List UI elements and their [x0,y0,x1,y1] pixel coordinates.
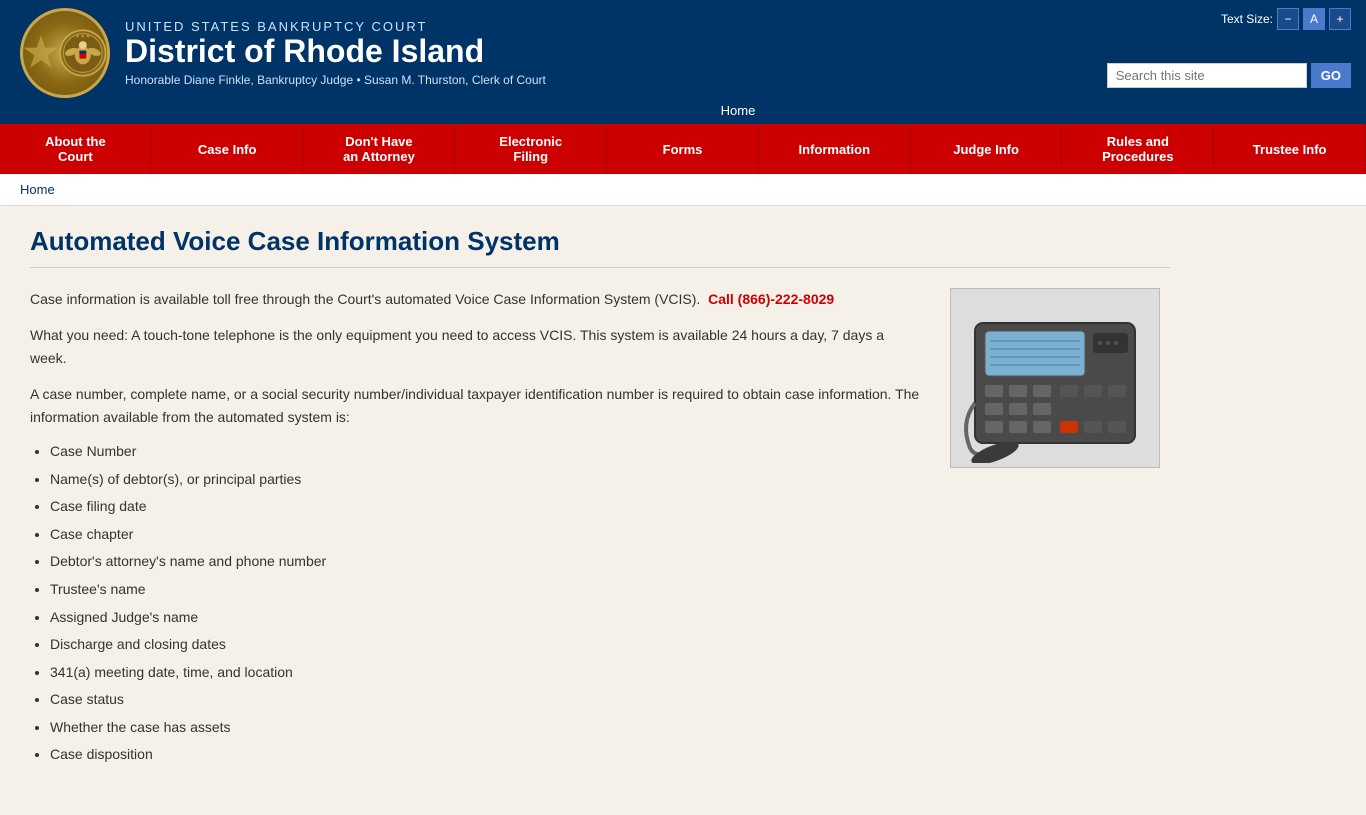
list-item: Whether the case has assets [50,718,920,738]
content-image-area [950,288,1170,775]
list-item: Trustee's name [50,580,920,600]
content-text: Case information is available toll free … [30,288,920,775]
nav-trustee-info[interactable]: Trustee Info [1214,124,1366,174]
search-area: GO [1107,63,1351,88]
list-item: Case disposition [50,745,920,765]
info-list: Case Number Name(s) of debtor(s), or pri… [50,442,920,765]
court-judges: Honorable Diane Finkle, Bankruptcy Judge… [125,73,546,87]
breadcrumb: Home [0,174,1366,206]
nav-information[interactable]: Information [759,124,911,174]
nav-case-info[interactable]: Case Info [152,124,304,174]
paragraph-3: A case number, complete name, or a socia… [30,383,920,428]
list-item: Debtor's attorney's name and phone numbe… [50,552,920,572]
text-size-label: Text Size: [1221,12,1273,26]
phone-number: Call (866)-222-8029 [708,291,834,307]
text-decrease-button[interactable]: − [1277,8,1299,30]
breadcrumb-home[interactable]: Home [20,182,55,197]
search-input[interactable] [1107,63,1307,88]
nav-rules-procedures[interactable]: Rules andProcedures [1062,124,1214,174]
main-content: Automated Voice Case Information System … [0,206,1200,815]
court-seal: ★ ★ ★ ★ ★ [20,8,110,98]
text-size-controls: Text Size: − A + [1221,8,1351,30]
svg-text:★: ★ [66,51,70,55]
nav-judge-info[interactable]: Judge Info [911,124,1063,174]
phone-image [950,288,1160,468]
paragraph-2: What you need: A touch-tone telephone is… [30,324,920,369]
list-item: 341(a) meeting date, time, and location [50,663,920,683]
nav-no-attorney[interactable]: Don't Havean Attorney [304,124,456,174]
list-item: Case chapter [50,525,920,545]
court-subtitle: UNITED STATES BANKRUPTCY COURT [125,19,546,34]
svg-text:★ ★ ★: ★ ★ ★ [76,34,90,39]
list-item: Discharge and closing dates [50,635,920,655]
list-item: Assigned Judge's name [50,608,920,628]
content-layout: Case information is available toll free … [30,288,1170,775]
list-item: Case filing date [50,497,920,517]
main-navigation: About theCourt Case Info Don't Havean At… [0,124,1366,174]
text-increase-button[interactable]: + [1329,8,1351,30]
list-item: Case Number [50,442,920,462]
nav-about-court[interactable]: About theCourt [0,124,152,174]
text-current-button[interactable]: A [1303,8,1325,30]
nav-forms[interactable]: Forms [607,124,759,174]
list-item: Case status [50,690,920,710]
home-nav: Home [0,98,1366,124]
court-title-block: UNITED STATES BANKRUPTCY COURT District … [125,19,546,87]
svg-text:★: ★ [97,51,101,55]
search-button[interactable]: GO [1311,63,1351,88]
nav-electronic-filing[interactable]: ElectronicFiling [455,124,607,174]
page-title: Automated Voice Case Information System [30,226,1170,268]
list-item: Name(s) of debtor(s), or principal parti… [50,470,920,490]
paragraph-1: Case information is available toll free … [30,288,920,310]
court-main-title: District of Rhode Island [125,34,546,69]
home-link[interactable]: Home [701,101,776,120]
